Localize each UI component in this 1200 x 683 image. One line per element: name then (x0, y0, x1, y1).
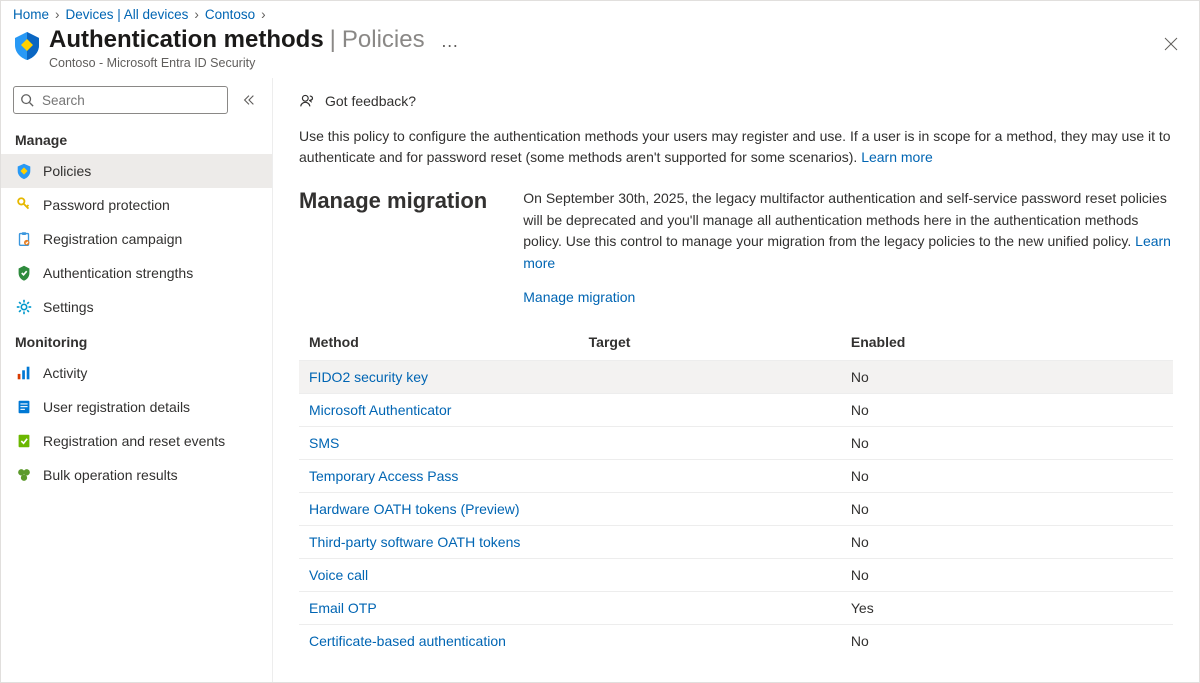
sidebar-item-label: User registration details (43, 399, 190, 415)
table-row[interactable]: SMS No (299, 427, 1173, 460)
intro-learn-more-link[interactable]: Learn more (861, 149, 933, 165)
breadcrumb-item[interactable]: Home (13, 7, 49, 22)
sidebar-item-bulk-operation-results[interactable]: Bulk operation results (1, 458, 272, 492)
target-cell (579, 526, 841, 559)
shield-diamond-icon (15, 162, 33, 180)
sidebar-item-label: Registration campaign (43, 231, 182, 247)
enabled-cell: No (841, 493, 1173, 526)
table-row[interactable]: Hardware OATH tokens (Preview) No (299, 493, 1173, 526)
sidebar-group-heading: Monitoring (1, 324, 272, 356)
enabled-cell: No (841, 526, 1173, 559)
manage-migration-body: On September 30th, 2025, the legacy mult… (523, 188, 1173, 308)
target-cell (579, 361, 841, 394)
table-row[interactable]: Certificate-based authentication No (299, 625, 1173, 658)
sidebar-item-label: Bulk operation results (43, 467, 178, 483)
sidebar: Manage Policies Password protection Registr… (1, 78, 273, 682)
more-actions-button[interactable]: … (441, 31, 459, 52)
intro-text: Use this policy to configure the authent… (299, 126, 1173, 168)
search-input[interactable] (40, 92, 221, 109)
enabled-cell: No (841, 394, 1173, 427)
sidebar-item-label: Settings (43, 299, 94, 315)
sidebar-item-label: Activity (43, 365, 87, 381)
sidebar-group-heading: Manage (1, 122, 272, 154)
sidebar-item-label: Authentication strengths (43, 265, 193, 281)
clipboard-icon (15, 230, 33, 248)
page-header: Authentication methods | Policies … Cont… (1, 24, 1199, 78)
title-separator: | (330, 26, 336, 54)
table-row[interactable]: Voice call No (299, 559, 1173, 592)
breadcrumb-bar: Home › Devices | All devices › Contoso › (1, 1, 1199, 24)
sidebar-item-registration-campaign[interactable]: Registration campaign (1, 222, 272, 256)
method-link[interactable]: Voice call (309, 567, 368, 583)
col-enabled: Enabled (841, 326, 1173, 361)
method-link[interactable]: Third-party software OATH tokens (309, 534, 520, 550)
key-icon (15, 196, 33, 214)
method-link[interactable]: Email OTP (309, 600, 377, 616)
search-icon (20, 93, 34, 107)
bars-icon (15, 364, 33, 382)
enabled-cell: No (841, 460, 1173, 493)
manage-migration-heading: Manage migration (299, 188, 487, 308)
manage-migration-link[interactable]: Manage migration (523, 289, 635, 305)
sidebar-item-policies[interactable]: Policies (1, 154, 272, 188)
method-link[interactable]: Microsoft Authenticator (309, 402, 451, 418)
sidebar-item-activity[interactable]: Activity (1, 356, 272, 390)
feedback-icon (299, 92, 317, 110)
table-row[interactable]: Email OTP Yes (299, 592, 1173, 625)
page-subtitle: Contoso - Microsoft Entra ID Security (49, 56, 1159, 70)
target-cell (579, 592, 841, 625)
entra-shield-icon (11, 30, 43, 62)
chevron-right-icon: › (261, 7, 266, 22)
sidebar-item-authentication-strengths[interactable]: Authentication strengths (1, 256, 272, 290)
page-title: Authentication methods (49, 26, 324, 54)
enabled-cell: No (841, 625, 1173, 658)
badge-icon (15, 264, 33, 282)
sidebar-groups: Manage Policies Password protection Registr… (1, 122, 272, 492)
bulk-icon (15, 466, 33, 484)
sidebar-item-settings[interactable]: Settings (1, 290, 272, 324)
method-link[interactable]: FIDO2 security key (309, 369, 428, 385)
breadcrumb-item[interactable]: Contoso (205, 7, 255, 22)
method-link[interactable]: SMS (309, 435, 339, 451)
sidebar-item-label: Policies (43, 163, 91, 179)
table-row[interactable]: FIDO2 security key No (299, 361, 1173, 394)
enabled-cell: Yes (841, 592, 1173, 625)
sidebar-item-password-protection[interactable]: Password protection (1, 188, 272, 222)
col-target: Target (579, 326, 841, 361)
target-cell (579, 625, 841, 658)
table-row[interactable]: Microsoft Authenticator No (299, 394, 1173, 427)
target-cell (579, 460, 841, 493)
col-method: Method (299, 326, 579, 361)
method-link[interactable]: Hardware OATH tokens (Preview) (309, 501, 520, 517)
sidebar-item-label: Registration and reset events (43, 433, 225, 449)
close-button[interactable] (1159, 30, 1183, 58)
target-cell (579, 493, 841, 526)
page-subtitle-suffix: Policies (342, 26, 425, 54)
method-link[interactable]: Certificate-based authentication (309, 633, 506, 649)
search-box[interactable] (13, 86, 228, 114)
got-feedback-button[interactable]: Got feedback? (299, 92, 1173, 110)
table-row[interactable]: Third-party software OATH tokens No (299, 526, 1173, 559)
sidebar-item-label: Password protection (43, 197, 170, 213)
enabled-cell: No (841, 559, 1173, 592)
table-row[interactable]: Temporary Access Pass No (299, 460, 1173, 493)
main-content: Got feedback? Use this policy to configu… (273, 78, 1199, 682)
breadcrumb-item[interactable]: Devices | All devices (66, 7, 189, 22)
doc-icon (15, 398, 33, 416)
target-cell (579, 559, 841, 592)
chevron-right-icon: › (55, 7, 60, 22)
enabled-cell: No (841, 361, 1173, 394)
method-link[interactable]: Temporary Access Pass (309, 468, 458, 484)
target-cell (579, 427, 841, 460)
got-feedback-label: Got feedback? (325, 93, 416, 109)
collapse-sidebar-button[interactable] (238, 89, 260, 111)
gear-icon (15, 298, 33, 316)
methods-table: Method Target Enabled FIDO2 security key… (299, 326, 1173, 657)
sidebar-item-registration-and-reset-events[interactable]: Registration and reset events (1, 424, 272, 458)
sidebar-item-user-registration-details[interactable]: User registration details (1, 390, 272, 424)
check-doc-icon (15, 432, 33, 450)
enabled-cell: No (841, 427, 1173, 460)
chevron-right-icon: › (194, 7, 199, 22)
target-cell (579, 394, 841, 427)
